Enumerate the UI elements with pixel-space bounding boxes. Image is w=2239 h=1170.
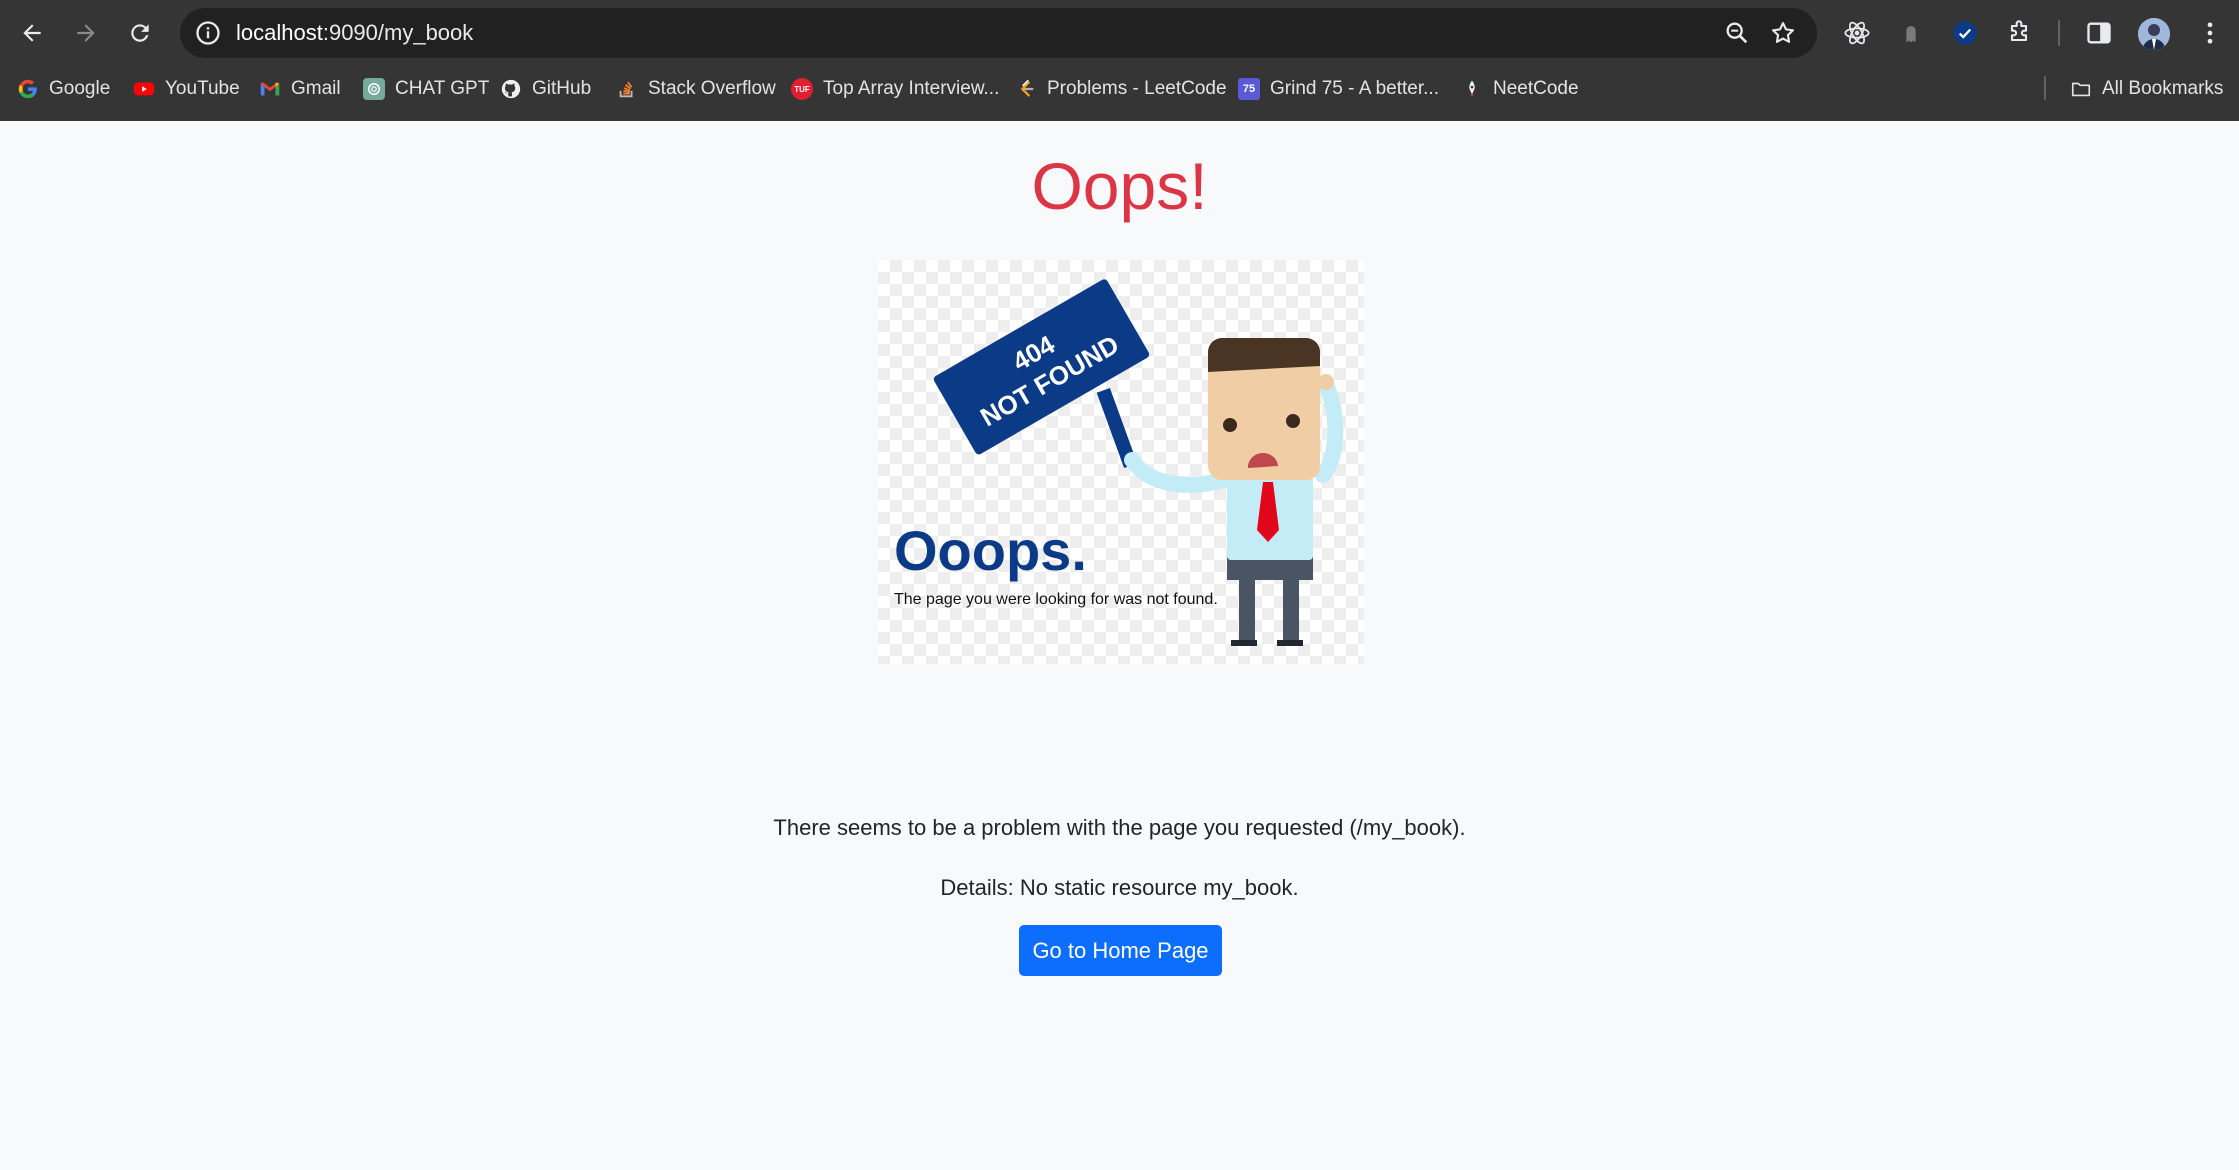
reload-icon xyxy=(131,24,149,42)
avatar-icon xyxy=(2138,18,2170,50)
bookmark-label: YouTube xyxy=(165,78,240,99)
bookmark-label: CHAT GPT xyxy=(395,78,490,99)
arrow-left-icon xyxy=(23,24,41,42)
chatgpt-icon xyxy=(363,78,385,100)
error-message: There seems to be a problem with the pag… xyxy=(773,815,1466,840)
neetcode-icon xyxy=(1461,78,1483,100)
right-arm xyxy=(1315,377,1344,483)
task-extension[interactable] xyxy=(1949,17,1981,49)
browser-menu-button[interactable] xyxy=(2194,17,2226,49)
zoom-icon[interactable] xyxy=(1723,19,1751,47)
bookmark-youtube[interactable]: YouTube xyxy=(133,74,240,104)
bookmark-label: Problems - LeetCode xyxy=(1047,78,1227,99)
github-icon xyxy=(500,78,522,100)
bookmark-star-icon[interactable] xyxy=(1769,19,1797,47)
react-icon xyxy=(1844,21,1870,45)
bookmark-grind75[interactable]: 75 Grind 75 - A better... xyxy=(1238,74,1439,104)
left-eye xyxy=(1223,418,1237,432)
right-leg xyxy=(1283,570,1299,640)
extensions-button[interactable] xyxy=(2003,17,2035,49)
hair xyxy=(1208,338,1320,372)
right-shoe xyxy=(1277,640,1303,646)
ghost-extension[interactable] xyxy=(1895,17,1927,49)
puzzle-icon xyxy=(2010,20,2028,42)
youtube-icon xyxy=(133,78,155,100)
profile-avatar[interactable] xyxy=(2138,18,2170,50)
go-home-button[interactable]: Go to Home Page xyxy=(1019,925,1222,976)
bookmark-label: Google xyxy=(49,78,111,99)
right-eye xyxy=(1286,414,1300,428)
tuf-icon: TUF xyxy=(791,78,813,100)
bookmark-label: GitHub xyxy=(532,78,592,99)
ooops-caption: The page you were looking for was not fo… xyxy=(894,591,1218,608)
side-panel-button[interactable] xyxy=(2083,17,2115,49)
bookmark-label: Grind 75 - A better... xyxy=(1270,78,1439,99)
browser-chrome: localhost:9090/my_book Google YouTube Gm… xyxy=(0,0,2239,121)
bookmark-github[interactable]: GitHub xyxy=(500,74,591,104)
checkmark-icon xyxy=(1953,21,1977,45)
ooops-headline: Ooops. xyxy=(894,519,1087,582)
404-illustration: 404 NOT FOUND Ooops. The page you were l… xyxy=(878,260,1364,664)
left-shoe xyxy=(1231,640,1257,646)
toolbar-divider xyxy=(2058,20,2060,46)
url-path: :9090/my_book xyxy=(322,20,474,45)
react-devtools-extension[interactable] xyxy=(1841,17,1873,49)
bookmark-leetcode[interactable]: Problems - LeetCode xyxy=(1015,74,1227,104)
bookmark-google[interactable]: Google xyxy=(17,74,110,104)
url-text[interactable]: localhost:9090/my_book xyxy=(236,20,473,46)
bookmark-tuf[interactable]: TUF Top Array Interview... xyxy=(791,74,999,104)
arrow-right-icon xyxy=(77,24,95,42)
all-bookmarks-label: All Bookmarks xyxy=(2102,78,2224,99)
ghost-icon xyxy=(1906,26,1916,43)
left-leg xyxy=(1239,570,1255,640)
bookmark-label: Gmail xyxy=(291,78,341,99)
leetcode-icon xyxy=(1015,78,1037,100)
bookmark-label: NeetCode xyxy=(1493,78,1579,99)
bookmark-gmail[interactable]: Gmail xyxy=(259,74,341,104)
back-button[interactable] xyxy=(12,13,52,53)
folder-icon xyxy=(2070,78,2092,100)
url-host: localhost xyxy=(236,20,323,45)
site-info-icon[interactable] xyxy=(194,19,222,47)
bookmarks-bar: Google YouTube Gmail CHAT GPT GitHub Sta… xyxy=(0,66,2239,111)
bookmark-label: Top Array Interview... xyxy=(823,78,1000,99)
bookmark-chatgpt[interactable]: CHAT GPT xyxy=(363,74,489,104)
bookmark-neetcode[interactable]: NeetCode xyxy=(1461,74,1579,104)
grind75-icon: 75 xyxy=(1238,78,1260,100)
browser-toolbar: localhost:9090/my_book xyxy=(0,0,2239,66)
reload-button[interactable] xyxy=(120,13,160,53)
right-hand xyxy=(1318,374,1334,390)
page-title: Oops! xyxy=(1031,149,1208,223)
side-panel-icon xyxy=(2087,22,2111,44)
all-bookmarks-button[interactable]: All Bookmarks xyxy=(2070,74,2223,104)
bookmark-label: Stack Overflow xyxy=(648,78,776,99)
address-bar[interactable]: localhost:9090/my_book xyxy=(180,8,1817,58)
bookmarks-divider xyxy=(2044,76,2046,100)
stackoverflow-icon xyxy=(616,78,638,100)
forward-button[interactable] xyxy=(66,13,106,53)
error-details: Details: No static resource my_book. xyxy=(940,875,1299,900)
google-icon xyxy=(17,78,39,100)
kebab-menu-icon xyxy=(2207,22,2213,44)
bookmark-stackoverflow[interactable]: Stack Overflow xyxy=(616,74,776,104)
gmail-icon xyxy=(259,78,281,100)
